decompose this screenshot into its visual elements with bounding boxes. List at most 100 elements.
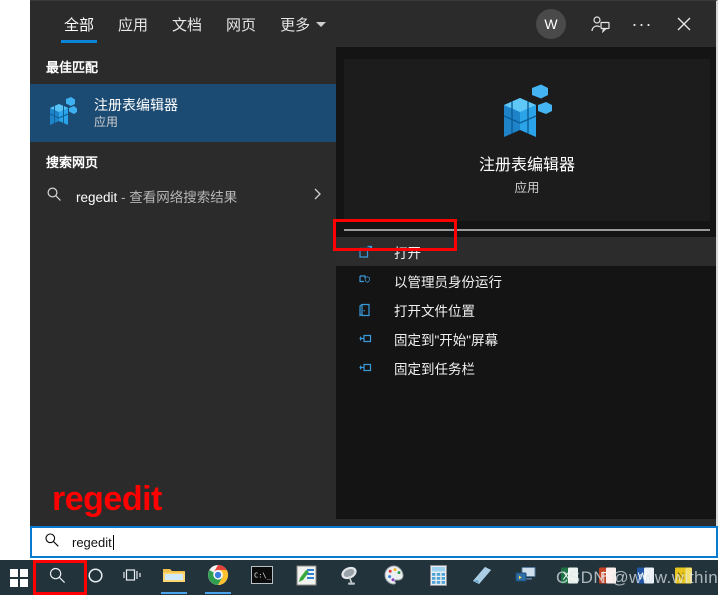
notes-icon: [471, 565, 493, 590]
web-search-query: regedit: [76, 190, 118, 205]
svg-text:C:\_: C:\_: [254, 572, 272, 580]
preview-app-subtitle: 应用: [514, 181, 540, 195]
powerpoint-icon: P: [598, 566, 617, 590]
office-app-group: X P W N: [550, 560, 702, 595]
action-open-file-location[interactable]: 打开文件位置: [336, 295, 716, 324]
excel-app[interactable]: X: [550, 560, 588, 595]
start-button[interactable]: [0, 560, 38, 595]
chevron-right-icon[interactable]: [310, 187, 324, 206]
pin-icon: [358, 360, 380, 376]
search-icon: [46, 186, 64, 207]
best-match-heading: 最佳匹配: [46, 60, 99, 75]
svg-text:P: P: [600, 570, 607, 582]
tab-all-label: 全部: [64, 16, 95, 34]
search-tabbar: 全部 应用 文档 网页 更多 W ···: [30, 1, 716, 47]
calculator-icon: [429, 564, 447, 591]
editor-app[interactable]: [284, 560, 328, 595]
preview-app-title: 注册表编辑器: [478, 157, 575, 174]
action-run-as-admin-label: 以管理员身份运行: [394, 274, 502, 290]
action-open-file-location-label: 打开文件位置: [394, 303, 475, 319]
tab-more-label: 更多: [280, 16, 311, 34]
titlebar-actions: W ···: [536, 4, 716, 44]
satellite-dish-icon: [339, 565, 362, 591]
search-input-value: regedit: [72, 534, 112, 550]
avatar-initial: W: [544, 16, 558, 32]
open-window-icon: [358, 244, 380, 260]
action-pin-to-taskbar[interactable]: 固定到任务栏: [336, 353, 716, 382]
tab-all[interactable]: 全部: [52, 1, 106, 47]
sticky-notes-app[interactable]: [460, 560, 504, 595]
command-prompt[interactable]: C:\_: [240, 560, 284, 595]
more-options-icon[interactable]: ···: [622, 4, 662, 44]
svg-text:X: X: [562, 570, 570, 582]
action-open-label: 打开: [394, 245, 421, 261]
taskbar: C:\_ X P W N: [0, 560, 718, 595]
action-open[interactable]: 打开: [336, 237, 716, 266]
chevron-down-icon: [316, 21, 327, 27]
chrome-icon: [207, 564, 229, 591]
app-action-list: 打开 以管理员身份运行 打开文件位置 固定到"开始"屏幕 固定到任务栏: [336, 237, 716, 382]
folder-open-icon: [358, 302, 380, 318]
remote-desktop-app[interactable]: [504, 560, 548, 595]
action-pin-to-start[interactable]: 固定到"开始"屏幕: [336, 324, 716, 353]
action-pin-to-taskbar-label: 固定到任务栏: [394, 361, 475, 377]
pin-icon: [358, 331, 380, 347]
task-view-button[interactable]: [114, 560, 152, 595]
text-cursor: [112, 534, 114, 550]
shield-icon: [358, 273, 380, 289]
registry-editor-icon: [46, 96, 80, 130]
app-preview-card: 注册表编辑器 应用: [344, 59, 710, 221]
terminal-icon: C:\_: [251, 566, 273, 589]
folder-icon: [162, 565, 186, 590]
task-view-icon: [123, 567, 143, 589]
paint-palette-icon: [384, 565, 405, 590]
tab-more[interactable]: 更多: [268, 1, 338, 47]
registry-editor-icon: [496, 83, 558, 145]
screen: 全部 应用 文档 网页 更多 W ··· 最佳匹配 注册表编辑器 应用 搜索网页…: [0, 0, 718, 595]
word-icon: W: [636, 566, 655, 590]
word-app[interactable]: W: [626, 560, 664, 595]
preview-pane: 注册表编辑器 应用 打开 以管理员身份运行 打开文件位置 固定到"开始"屏幕 固…: [336, 47, 716, 519]
search-icon: [44, 532, 62, 553]
action-run-as-admin[interactable]: 以管理员身份运行: [336, 266, 716, 295]
tab-apps-label: 应用: [118, 16, 149, 34]
result-subtitle: 应用: [94, 115, 119, 129]
tab-list: 全部 应用 文档 网页 更多: [30, 1, 338, 47]
remote-desktop-icon: [515, 565, 537, 590]
onenote-icon: N: [674, 566, 693, 590]
result-title: 注册表编辑器: [94, 97, 178, 113]
search-button[interactable]: [38, 560, 76, 595]
paint-app[interactable]: [372, 560, 416, 595]
web-search-result[interactable]: regedit - 查看网络搜索结果: [30, 179, 336, 213]
search-flyout: 全部 应用 文档 网页 更多 W ··· 最佳匹配 注册表编辑器 应用 搜索网页…: [30, 0, 718, 558]
satellite-app[interactable]: [328, 560, 372, 595]
excel-icon: X: [560, 566, 579, 590]
powerpoint-app[interactable]: P: [588, 560, 626, 595]
avatar[interactable]: W: [536, 9, 566, 39]
results-pane: 最佳匹配 注册表编辑器 应用 搜索网页 regedit - 查看网络搜索结果: [30, 47, 336, 519]
action-pin-to-start-label: 固定到"开始"屏幕: [394, 332, 499, 348]
svg-text:N: N: [677, 571, 684, 582]
tab-web-label: 网页: [226, 16, 257, 34]
annotation-regedit-text: regedit: [52, 480, 162, 518]
search-icon: [48, 566, 67, 590]
result-item-registry-editor[interactable]: 注册表编辑器 应用: [30, 84, 336, 142]
cortana-button[interactable]: [76, 560, 114, 595]
tab-documents[interactable]: 文档: [160, 1, 214, 47]
tab-web[interactable]: 网页: [214, 1, 268, 47]
tab-documents-label: 文档: [172, 16, 203, 34]
windows-logo-icon: [10, 568, 28, 587]
web-search-heading: 搜索网页: [46, 155, 99, 170]
file-explorer[interactable]: [152, 560, 196, 595]
close-icon[interactable]: [664, 4, 704, 44]
preview-divider: [344, 229, 710, 231]
web-search-suffix: - 查看网络搜索结果: [121, 190, 238, 205]
tab-apps[interactable]: 应用: [106, 1, 160, 47]
svg-text:W: W: [637, 571, 647, 582]
google-chrome[interactable]: [196, 560, 240, 595]
onenote-app[interactable]: N: [664, 560, 702, 595]
search-input[interactable]: regedit: [30, 526, 718, 558]
feedback-icon[interactable]: [580, 4, 620, 44]
notepad-green-icon: [296, 565, 317, 591]
calculator-app[interactable]: [416, 560, 460, 595]
